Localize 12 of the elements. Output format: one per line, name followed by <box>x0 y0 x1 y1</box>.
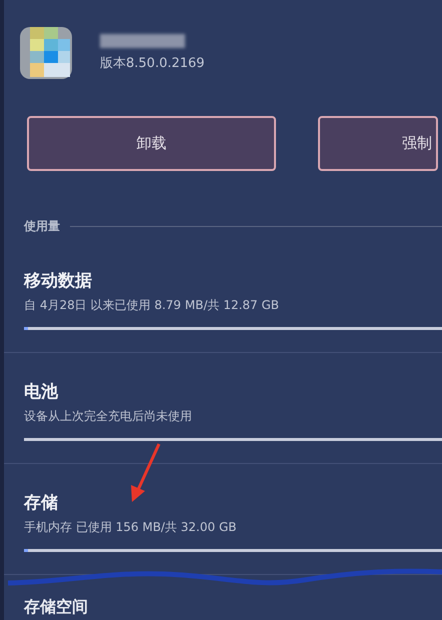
item-title[interactable]: 存储空间 <box>4 575 442 618</box>
uninstall-button[interactable]: 卸载 <box>27 116 276 171</box>
item-summary: 自 4月28日 以来已使用 8.79 MB/共 12.87 GB <box>24 297 280 314</box>
annotation-arrow <box>131 443 160 502</box>
section-title: 使用量 <box>24 218 60 235</box>
app-version: 版本8.50.0.2169 <box>100 55 205 72</box>
item-title[interactable]: 移动数据 <box>24 269 422 292</box>
item-title[interactable]: 存储 <box>24 491 422 514</box>
item-summary: 手机内存 已使用 156 MB/共 32.00 GB <box>24 519 238 536</box>
force-stop-button[interactable]: 强制 <box>318 116 438 171</box>
item-title[interactable]: 电池 <box>24 380 422 403</box>
item-summary: 设备从上次完全充电后尚未使用 <box>24 408 193 425</box>
